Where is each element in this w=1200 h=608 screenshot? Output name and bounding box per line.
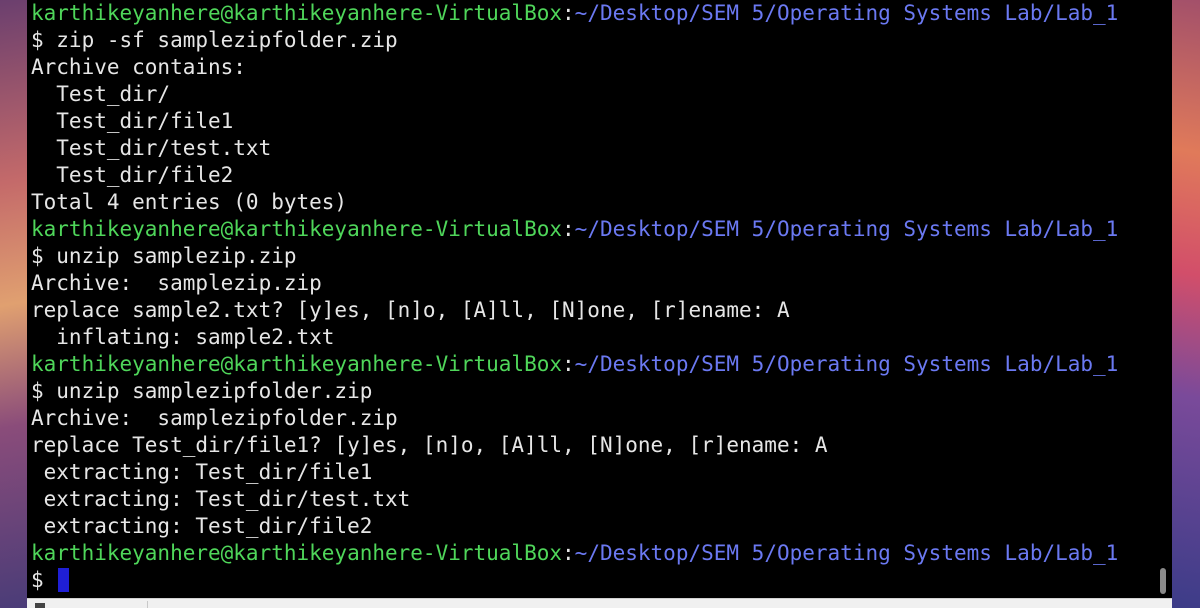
output-line: Test_dir/test.txt — [31, 136, 272, 160]
output-line: $ unzip samplezip.zip — [31, 244, 297, 268]
output-line: Total 4 entries (0 bytes) — [31, 190, 348, 214]
terminal-window: karthikeyanhere@karthikeyanhere-VirtualB… — [27, 0, 1172, 608]
prompt-line: karthikeyanhere@karthikeyanhere-VirtualB… — [31, 0, 1151, 27]
prompt-path: ~/Desktop/SEM 5/Operating Systems Lab/La… — [574, 217, 1119, 241]
prompt-separator: : — [562, 217, 575, 241]
output-line: extracting: Test_dir/file1 — [31, 460, 373, 484]
prompt-path: ~/Desktop/SEM 5/Operating Systems Lab/La… — [574, 541, 1119, 565]
output-line: $ zip -sf samplezipfolder.zip — [31, 28, 398, 52]
output-line: Test_dir/file2 — [31, 163, 234, 187]
prompt-user-host: karthikeyanhere@karthikeyanhere-VirtualB… — [31, 352, 563, 376]
prompt-user-host: karthikeyanhere@karthikeyanhere-VirtualB… — [31, 217, 563, 241]
prompt-line: karthikeyanhere@karthikeyanhere-VirtualB… — [31, 540, 1151, 567]
desktop-wallpaper-left — [0, 0, 27, 608]
desktop-wallpaper-right — [1172, 0, 1200, 608]
terminal-tab-bar — [27, 598, 1172, 608]
prompt-separator: : — [562, 1, 575, 25]
output-line: $ unzip samplezipfolder.zip — [31, 379, 373, 403]
terminal-scrollbar[interactable] — [1154, 0, 1172, 598]
prompt-dollar: $ — [31, 568, 57, 592]
output-line: Archive: samplezipfolder.zip — [31, 406, 398, 430]
prompt-path: ~/Desktop/SEM 5/Operating Systems Lab/La… — [574, 1, 1119, 25]
output-line: Archive: samplezip.zip — [31, 271, 322, 295]
prompt-separator: : — [562, 541, 575, 565]
prompt-user-host: karthikeyanhere@karthikeyanhere-VirtualB… — [31, 541, 563, 565]
output-line: extracting: Test_dir/test.txt — [31, 487, 411, 511]
output-line: extracting: Test_dir/file2 — [31, 514, 373, 538]
prompt-line: karthikeyanhere@karthikeyanhere-VirtualB… — [31, 216, 1151, 243]
terminal-output[interactable]: karthikeyanhere@karthikeyanhere-VirtualB… — [31, 0, 1151, 598]
terminal-tab-icon — [35, 603, 45, 608]
output-line: replace Test_dir/file1? [y]es, [n]o, [A]… — [31, 433, 828, 457]
output-line: inflating: sample2.txt — [31, 325, 335, 349]
prompt-line: karthikeyanhere@karthikeyanhere-VirtualB… — [31, 351, 1151, 378]
scrollbar-thumb[interactable] — [1160, 568, 1166, 594]
output-line: Test_dir/ — [31, 82, 171, 106]
prompt-user-host: karthikeyanhere@karthikeyanhere-VirtualB… — [31, 1, 563, 25]
prompt-separator: : — [562, 352, 575, 376]
prompt-path: ~/Desktop/SEM 5/Operating Systems Lab/La… — [574, 352, 1119, 376]
output-line: Archive contains: — [31, 55, 246, 79]
text-cursor — [58, 568, 70, 592]
output-line: replace sample2.txt? [y]es, [n]o, [A]ll,… — [31, 298, 790, 322]
terminal-tab[interactable] — [31, 601, 148, 608]
current-prompt-line[interactable]: $ — [31, 567, 1151, 594]
output-line: Test_dir/file1 — [31, 109, 234, 133]
